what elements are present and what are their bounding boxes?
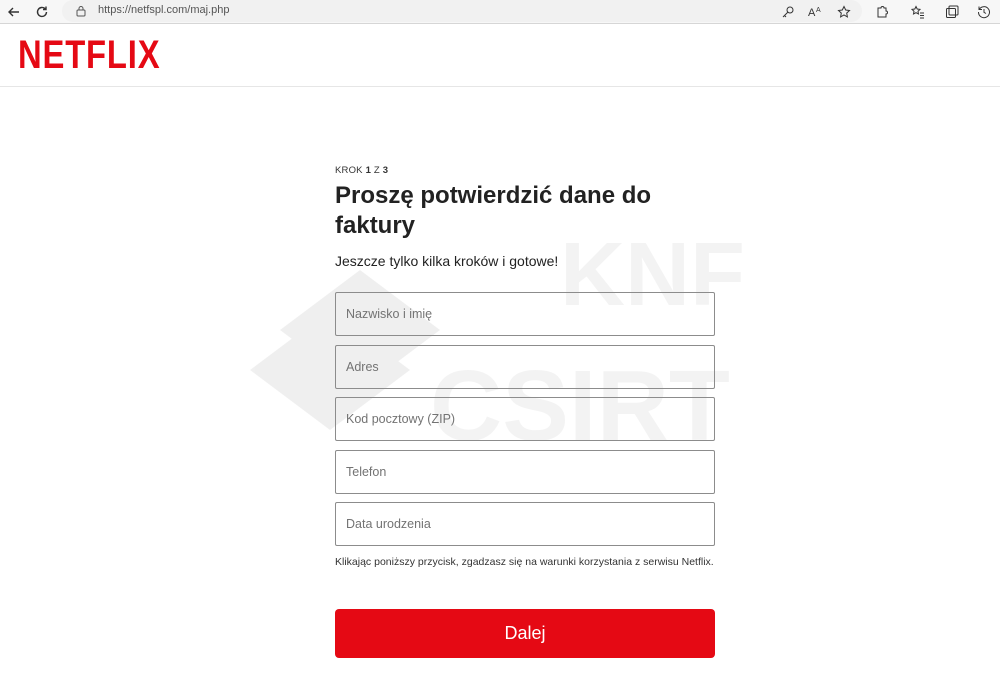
site-header: NETFLIX: [0, 25, 1000, 87]
netflix-logo[interactable]: NETFLIX: [18, 33, 160, 77]
step-total: 3: [382, 165, 389, 176]
full-name-placeholder: Nazwisko i imię: [346, 307, 433, 321]
page-subtitle: Jeszcze tylko kilka kroków i gotowe!: [335, 253, 559, 269]
zip-code-field[interactable]: Kod pocztowy (ZIP): [335, 397, 715, 441]
step-current: 1: [365, 165, 372, 176]
read-aloud-icon[interactable]: AA: [806, 2, 826, 22]
address-field[interactable]: Adres: [335, 345, 715, 389]
birth-date-placeholder: Data urodzenia: [346, 517, 431, 531]
back-arrow-icon[interactable]: [4, 2, 24, 22]
address-bar[interactable]: https://netfspl.com/maj.php: [62, 0, 862, 22]
history-icon[interactable]: [974, 2, 994, 22]
phone-placeholder: Telefon: [346, 465, 387, 479]
extensions-icon[interactable]: [872, 2, 892, 22]
birth-date-field[interactable]: Data urodzenia: [335, 502, 715, 546]
step-separator: Z: [373, 165, 380, 176]
terms-notice: Klikając poniższy przycisk, zgadzasz się…: [335, 556, 714, 568]
key-icon[interactable]: [778, 2, 798, 22]
next-button[interactable]: Dalej: [335, 609, 715, 658]
full-name-field[interactable]: Nazwisko i imię: [335, 292, 715, 336]
refresh-icon[interactable]: [32, 2, 52, 22]
browser-toolbar: https://netfspl.com/maj.php AA: [0, 0, 1000, 24]
zip-code-placeholder: Kod pocztowy (ZIP): [346, 412, 456, 426]
url-text: https://netfspl.com/maj.php: [98, 4, 230, 16]
billing-form: KROK 1 Z 3 Proszę potwierdzić dane do fa…: [335, 165, 715, 658]
step-indicator: KROK 1 Z 3: [335, 165, 715, 176]
favorite-star-icon[interactable]: [834, 2, 854, 22]
lock-icon[interactable]: [76, 4, 86, 22]
svg-text:A: A: [808, 7, 816, 19]
phone-field[interactable]: Telefon: [335, 450, 715, 494]
page-title: Proszę potwierdzić dane do faktury: [335, 182, 652, 239]
svg-text:A: A: [816, 7, 821, 14]
address-placeholder: Adres: [346, 360, 379, 374]
favorites-list-icon[interactable]: [908, 2, 928, 22]
collections-icon[interactable]: [942, 2, 962, 22]
step-prefix: KROK: [335, 165, 363, 176]
